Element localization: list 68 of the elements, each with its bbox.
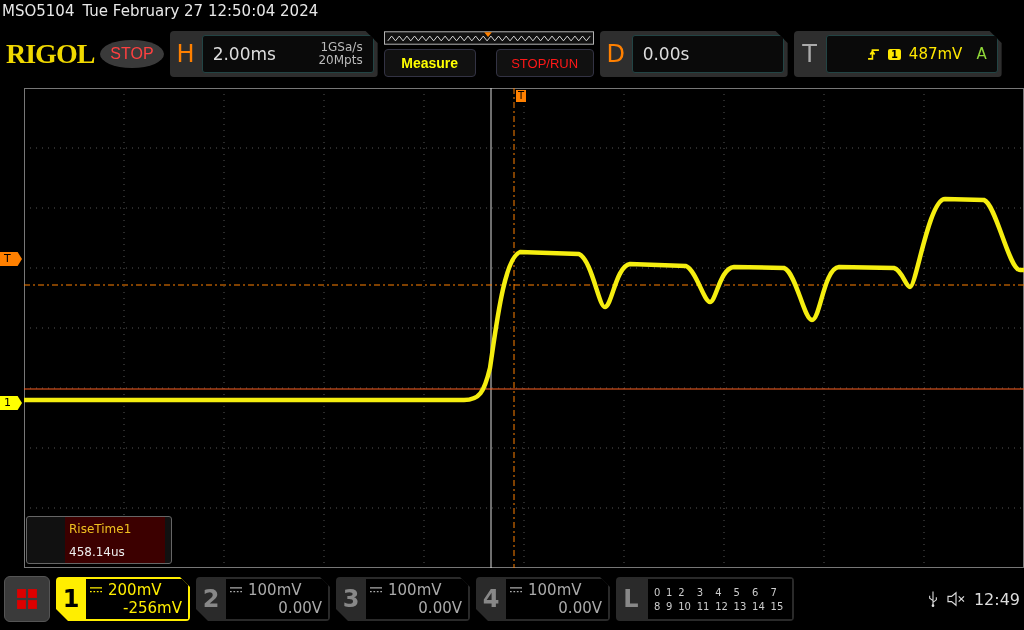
time-cursor-line[interactable]	[490, 88, 492, 568]
logic-bit-label: 8	[654, 600, 662, 612]
channel-number: 3	[341, 584, 361, 615]
channel-panel[interactable]: 4 100mV 0.00V	[476, 577, 610, 621]
dc-coupling-icon	[90, 586, 102, 594]
logic-bit-label: 11	[696, 600, 711, 612]
trigger-label: T	[801, 40, 818, 68]
logic-label: L	[622, 584, 640, 615]
stop-run-button[interactable]: STOP/RUN	[495, 49, 594, 77]
system-time: 12:49	[973, 589, 1020, 609]
trigger-position-marker[interactable]: T	[516, 90, 527, 102]
model-name: MSO5104	[2, 2, 75, 20]
trigger-source-badge: 1	[887, 48, 901, 60]
trigger-level-marker[interactable]: T	[0, 252, 22, 266]
channel-panel[interactable]: 1 200mV -256mV	[56, 577, 190, 621]
usb-icon	[927, 590, 938, 608]
timebase-value: 2.00ms	[212, 44, 276, 64]
horizontal-label: H	[175, 40, 196, 68]
logic-bit-label: 3	[696, 586, 705, 598]
channel-offset-marker[interactable]: 1	[0, 396, 22, 410]
channel-number: 1	[61, 584, 81, 615]
measure-button[interactable]: Measure	[383, 49, 476, 77]
channel-panel[interactable]: 2 100mV 0.00V	[196, 577, 330, 621]
trigger-mode: A	[976, 45, 987, 63]
logic-bit-label: 9	[666, 600, 674, 612]
logic-bit-label: 12	[715, 600, 729, 612]
delay-value: 0.00s	[642, 44, 690, 64]
horizontal-panel[interactable]: H 2.00ms 1GSa/s 20Mpts	[169, 31, 378, 77]
channel-scale: 100mV	[528, 581, 582, 599]
delay-label: D	[605, 40, 626, 68]
logic-bit-label: 1	[666, 586, 674, 598]
date-time: Tue February 27 12:50:04 2024	[82, 2, 319, 20]
channel-scale: 200mV	[108, 581, 162, 599]
channel-offset: 0.00V	[278, 599, 322, 617]
channel-offset: 0.00V	[558, 599, 602, 617]
logic-bit-label: 7	[770, 586, 778, 598]
measurement-value: 458.14us	[69, 544, 126, 559]
muted-speaker-icon	[945, 591, 966, 607]
dc-coupling-icon	[370, 586, 382, 594]
menu-button[interactable]	[4, 576, 50, 622]
logic-bit-label: 13	[733, 600, 748, 612]
dc-coupling-icon	[510, 586, 522, 594]
grid-menu-icon	[16, 588, 38, 610]
channel-scale: 100mV	[388, 581, 442, 599]
logic-bit-label: 15	[770, 600, 785, 612]
logic-panel[interactable]: L 0 1 2 3 4 5 6 7 8 9 10 11 12 13 14 15	[616, 577, 794, 621]
dc-coupling-icon	[230, 586, 242, 594]
logic-bit-label: 5	[733, 586, 741, 598]
logic-bit-label: 4	[715, 586, 723, 598]
trigger-panel[interactable]: T 1 487mV A	[793, 31, 1002, 77]
channel-scale: 100mV	[248, 581, 302, 599]
measurement-name: RiseTime1	[69, 521, 133, 536]
delay-panel[interactable]: D 0.00s	[599, 31, 788, 77]
trigger-level: 487mV	[908, 45, 963, 63]
logic-bit-label: 10	[678, 600, 692, 612]
channel-number: 4	[481, 584, 501, 615]
memory-depth: 20Mpts	[318, 54, 363, 67]
logic-bit-label: 2	[678, 586, 686, 598]
channel-panel[interactable]: 3 100mV 0.00V	[336, 577, 470, 621]
channel-offset: 0.00V	[418, 599, 462, 617]
logic-bit-label: 14	[752, 600, 766, 612]
rising-edge-icon	[866, 47, 880, 61]
channel-offset: -256mV	[123, 599, 182, 617]
sample-rate: 1GSa/s	[320, 41, 363, 54]
channel-number: 2	[201, 584, 221, 615]
logic-bit-label: 6	[752, 586, 760, 598]
logic-bit-label: 0	[654, 586, 662, 598]
brand-logo: RIGOL	[6, 38, 95, 70]
